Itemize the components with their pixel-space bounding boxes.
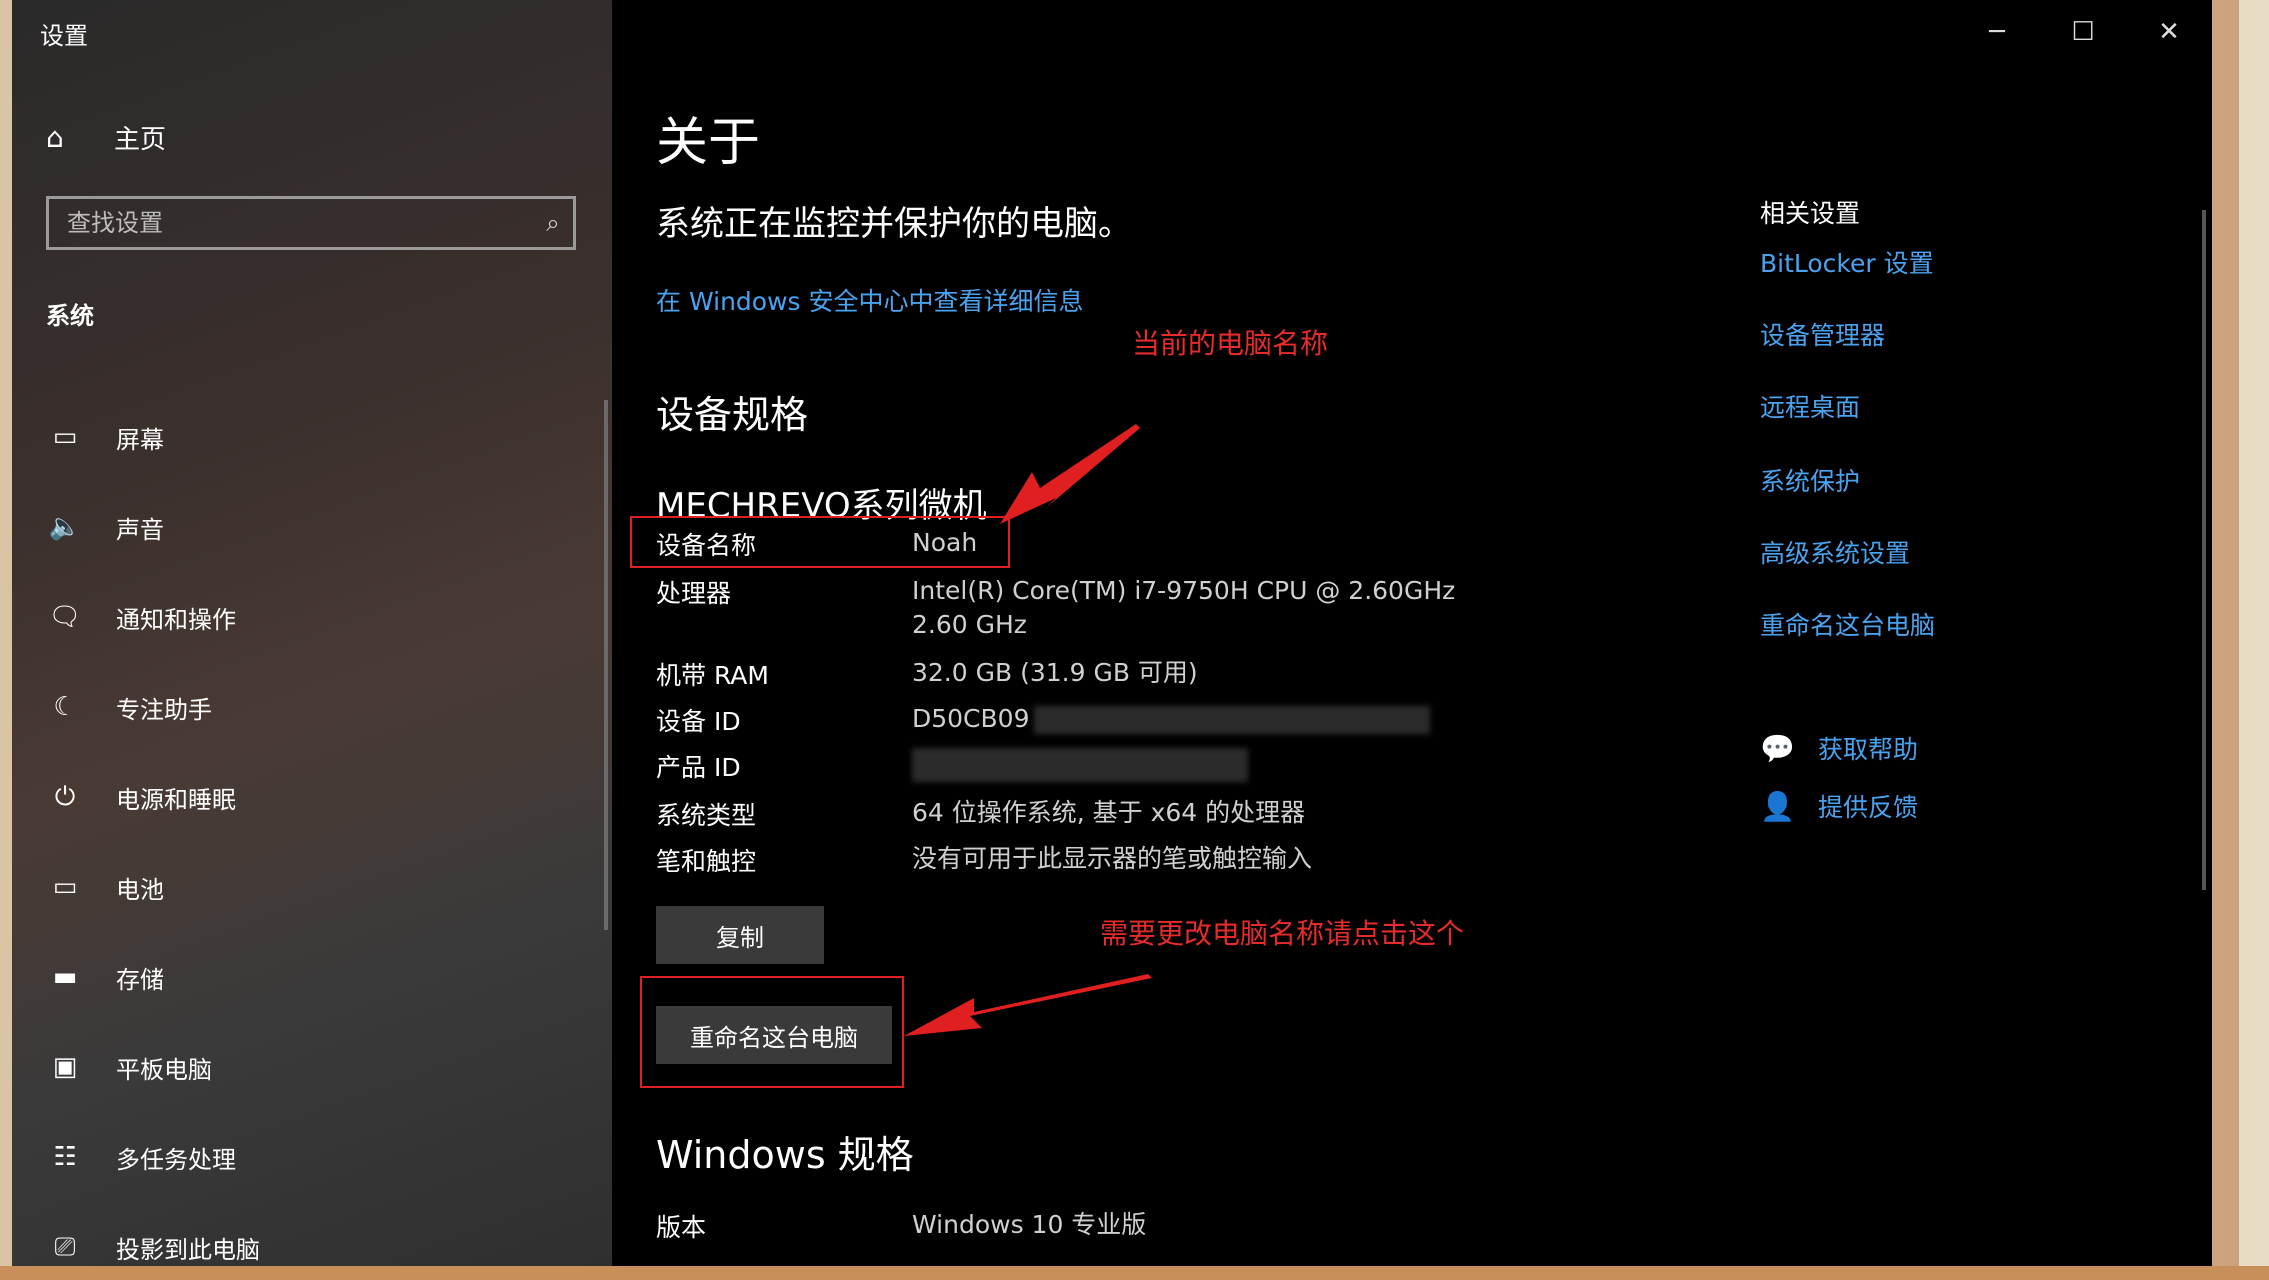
annotation-arrow-rename bbox=[904, 974, 1152, 1036]
settings-window: 设置 ⌂ 主页 ⌕ 系统 ▭ 屏幕 🔈 声音 🗨 通知和操作 ☾ bbox=[12, 0, 2212, 1266]
desktop-background-right bbox=[2239, 0, 2269, 1280]
annotation-arrow-device-name bbox=[1000, 424, 1140, 524]
annotation-arrows bbox=[904, 424, 1152, 1036]
desktop-background-bottom bbox=[0, 1266, 2269, 1280]
